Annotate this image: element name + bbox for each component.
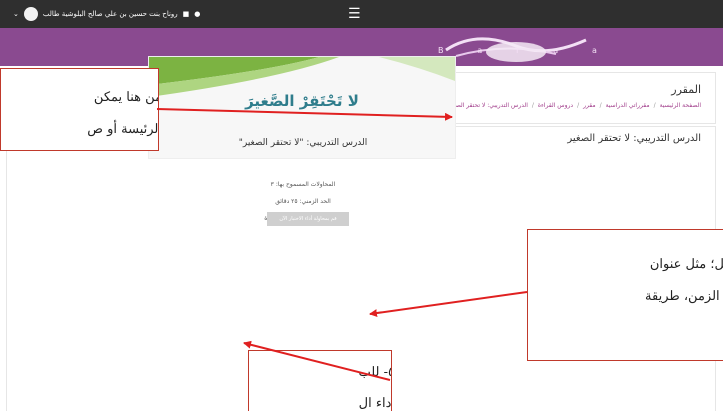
breadcrumb-home[interactable]: الصفحة الرئيسية <box>660 102 701 109</box>
breadcrumb: الصفحة الرئيسية/مقرراتي الدراسية/مقرر/در… <box>447 102 701 109</box>
user-name[interactable]: روناح بنت حسين بن علي صالح البلوشية طالب <box>43 10 178 18</box>
time-limit: الحد الزمني: ٢٥ دقائق <box>275 198 331 205</box>
breadcrumb-my-courses[interactable]: مقرراتي الدراسية <box>606 102 650 109</box>
activity-title: الدرس التدريبي: لا تحتقر الصغير <box>567 133 701 144</box>
avatar[interactable] <box>23 7 38 21</box>
logo-letters: B a r a a <box>438 46 598 55</box>
chevron-down-icon[interactable]: ⌄ <box>13 10 19 18</box>
user-menu[interactable]: ● ■ روناح بنت حسين بن علي صالح البلوشية … <box>8 6 200 22</box>
attempts-allowed: المحاولات المسموح بها: ٣ <box>270 181 336 188</box>
callout-box-breadcrumb: من هنا يمكن الرئيسة أو ص <box>0 68 159 151</box>
page-title: المقرر <box>671 83 701 96</box>
breadcrumb-course[interactable]: مقرر <box>583 102 595 109</box>
breadcrumb-reading-lessons[interactable]: دروس القراءة <box>538 102 573 109</box>
attempt-quiz-button[interactable]: قم بمحاولة أداء الاختبار الآن <box>267 212 349 226</box>
hamburger-menu-icon[interactable]: ☰ <box>348 7 361 21</box>
callout-box-attempt: ٥- للب أداء ال <box>248 350 392 411</box>
bell-icon[interactable]: ● <box>194 10 200 18</box>
callout-box-quiz-info: يل؛ مثل عنوان ، الزمن، طريقة <box>527 229 723 361</box>
lesson-heading: الدرس التدريبي: "لا تحتقر الصغير" <box>238 138 368 148</box>
cover-title: لا تَحْتَقِرْ الصَّغيرَ <box>245 92 359 110</box>
breadcrumb-current-lesson[interactable]: الدرس التدريبي: لا تحتقر الصغير <box>448 102 528 109</box>
chat-bubble-icon[interactable]: ■ <box>183 10 190 18</box>
top-navbar: ☰ ● ■ روناح بنت حسين بن علي صالح البلوشي… <box>0 0 723 28</box>
site-logo <box>445 37 587 62</box>
